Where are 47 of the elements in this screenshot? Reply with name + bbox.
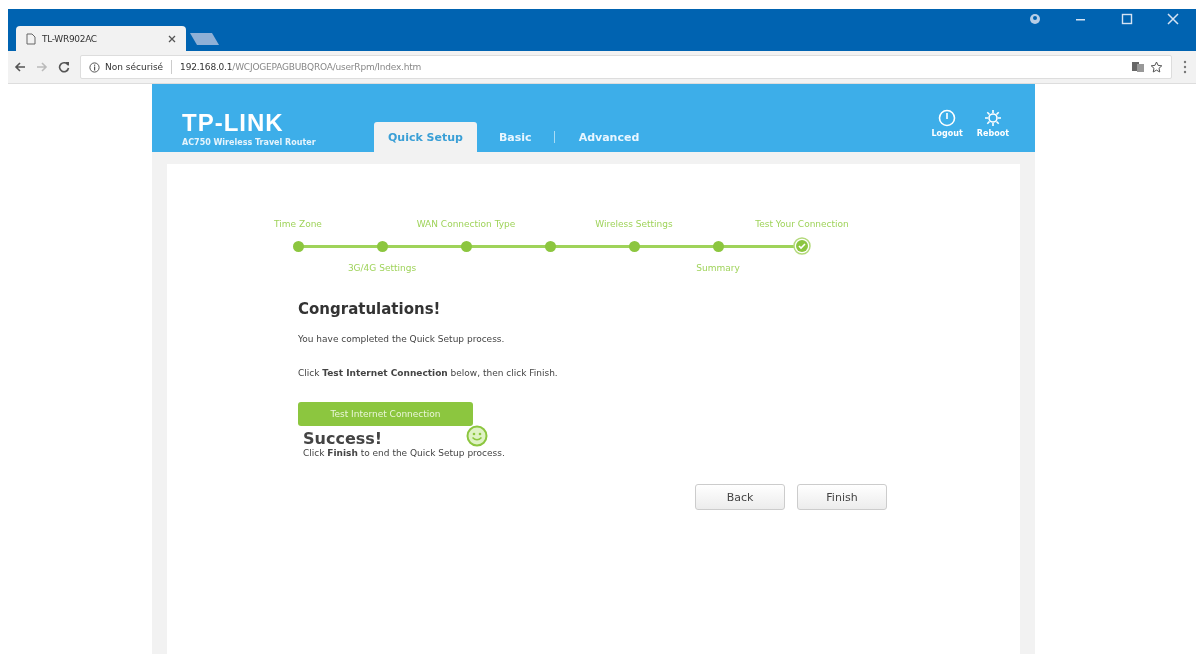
nav-tab[interactable]: Basic <box>484 122 546 152</box>
page-icon <box>26 32 36 45</box>
account-icon[interactable] <box>1029 13 1041 25</box>
nav-tab[interactable]: Quick Setup <box>374 122 477 152</box>
new-tab-button[interactable] <box>190 32 220 46</box>
step-label: 3G/4G Settings <box>347 263 417 273</box>
tab-title: TL-WR902AC <box>42 33 98 44</box>
power-icon <box>938 109 957 127</box>
maximize-icon[interactable] <box>1121 13 1133 25</box>
step-label: Wireless Settings <box>595 219 673 229</box>
menu-icon[interactable] <box>1182 60 1188 74</box>
back-button[interactable]: Back <box>695 484 785 510</box>
step-check-icon <box>793 237 811 255</box>
heading: Congratulations! <box>298 300 442 318</box>
back-arrow-icon[interactable] <box>14 61 26 73</box>
step-label: WAN Connection Type <box>416 219 516 229</box>
step-dot <box>544 240 556 252</box>
step-label: Test Your Connection <box>755 219 849 229</box>
step-dot <box>460 240 472 252</box>
result-message: Click Finish to end the Quick Setup process. <box>302 448 506 458</box>
step-dot <box>292 240 304 252</box>
reload-icon[interactable] <box>58 61 70 73</box>
reboot-button[interactable]: Reboot <box>976 109 1009 138</box>
address-bar[interactable]: Non sécurisé 192.168.0.1/WCJOGEPAGBUBQROA/userRpm/Index.htm <box>80 55 1172 79</box>
smiley-icon <box>466 424 488 447</box>
step-label: Time Zone <box>274 219 322 229</box>
logout-button[interactable]: Logout <box>931 109 963 138</box>
star-icon[interactable] <box>1150 61 1163 73</box>
finish-button[interactable]: Finish <box>797 484 887 510</box>
info-icon <box>89 61 100 73</box>
step-label: Summary <box>696 263 740 273</box>
close-icon[interactable] <box>1167 13 1179 25</box>
result-title: Success! <box>303 429 384 448</box>
close-tab-icon[interactable] <box>168 34 176 43</box>
instruction-text: You have completed the Quick Setup process. <box>298 334 506 344</box>
model-name: AC750 Wireless Travel Router <box>182 138 317 147</box>
brand-logo: TP-LINK <box>182 111 285 135</box>
test-connection-button[interactable]: Test Internet Connection <box>298 402 473 426</box>
instruction-text: Click Test Internet Connection below, then click Finish. <box>298 368 559 378</box>
step-dot <box>376 240 388 252</box>
step-dot <box>712 240 724 252</box>
security-label: Non sécurisé <box>105 62 164 72</box>
nav-tab[interactable]: Advanced <box>564 122 654 152</box>
browser-tab[interactable]: TL-WR902AC <box>16 26 186 51</box>
step-dot <box>628 240 640 252</box>
gear-icon <box>983 109 1002 127</box>
url-text: 192.168.0.1/WCJOGEPAGBUBQROA/userRpm/Index.htm <box>180 62 422 72</box>
